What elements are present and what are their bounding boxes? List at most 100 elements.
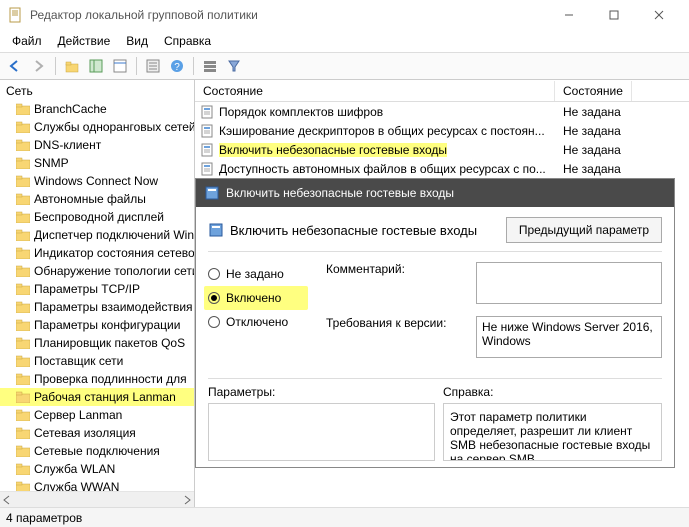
tree-item-label: Индикатор состояния сетевого подключения: [34, 246, 194, 260]
radio-not-configured[interactable]: Не задано: [208, 262, 308, 286]
parameters-box[interactable]: [208, 403, 435, 461]
requirements-field: Не ниже Windows Server 2016, Windows: [476, 316, 662, 358]
tree-item-label: Планировщик пакетов QoS: [34, 336, 185, 350]
tree-item[interactable]: BranchCache: [0, 100, 194, 118]
list-row[interactable]: Кэширование дескрипторов в общих ресурса…: [195, 121, 689, 140]
tree-item[interactable]: Сетевые подключения: [0, 442, 194, 460]
tree-item[interactable]: Диспетчер подключений Windows: [0, 226, 194, 244]
tree-item-label: Сетевые подключения: [34, 444, 160, 458]
requirements-label: Требования к версии:: [326, 316, 476, 330]
tree-item[interactable]: SNMP: [0, 154, 194, 172]
comment-label: Комментарий:: [326, 262, 476, 276]
svg-text:?: ?: [174, 62, 180, 73]
dialog-heading: Включить небезопасные гостевые входы: [230, 223, 477, 238]
tree-item-label: Проверка подлинности для: [34, 372, 187, 386]
tree-item[interactable]: Сервер Lanman: [0, 406, 194, 424]
column-header-state[interactable]: Состояние: [555, 81, 632, 101]
tree-item[interactable]: Проверка подлинности для: [0, 370, 194, 388]
tree-item-label: Параметры взаимодействия: [34, 300, 193, 314]
tree-item[interactable]: Планировщик пакетов QoS: [0, 334, 194, 352]
show-hide-tree-button[interactable]: [85, 55, 107, 77]
tree-item-label: Службы одноранговых сетей: [34, 120, 194, 134]
tree-item[interactable]: Рабочая станция Lanman: [0, 388, 194, 406]
tree-item[interactable]: Параметры взаимодействия: [0, 298, 194, 316]
menu-help[interactable]: Справка: [156, 32, 219, 50]
tree-item[interactable]: DNS-клиент: [0, 136, 194, 154]
menu-file[interactable]: Файл: [4, 32, 50, 50]
toolbar: ?: [0, 52, 689, 80]
tree-item-label: Диспетчер подключений Windows: [34, 228, 194, 242]
tree-item[interactable]: Поставщик сети: [0, 352, 194, 370]
menu-action[interactable]: Действие: [50, 32, 119, 50]
list-header: Состояние Состояние: [195, 80, 689, 102]
navigation-tree[interactable]: Сеть BranchCache Службы одноранговых сете…: [0, 80, 195, 507]
radio-enabled[interactable]: Включено: [204, 286, 308, 310]
tree-item-label: Беспроводной дисплей: [34, 210, 164, 224]
list-row-label: Кэширование дескрипторов в общих ресурса…: [219, 124, 545, 138]
tree-item[interactable]: Службы одноранговых сетей: [0, 118, 194, 136]
policy-heading-icon: [208, 222, 224, 238]
refresh-button[interactable]: [142, 55, 164, 77]
tree-item-label: Автономные файлы: [34, 192, 146, 206]
list-view-button[interactable]: [199, 55, 221, 77]
tree-item[interactable]: Обнаружение топологии сети: [0, 262, 194, 280]
list-row[interactable]: Порядок комплектов шифров Не задана: [195, 102, 689, 121]
dialog-titlebar[interactable]: Включить небезопасные гостевые входы: [196, 179, 674, 207]
tree-item-label: Обнаружение топологии сети: [34, 264, 194, 278]
app-icon: [8, 7, 24, 23]
status-text: 4 параметров: [6, 511, 82, 525]
help-button[interactable]: ?: [166, 55, 188, 77]
tree-item[interactable]: Сетевая изоляция: [0, 424, 194, 442]
tree-item-label: Сервер Lanman: [34, 408, 122, 422]
dialog-title: Включить небезопасные гостевые входы: [226, 186, 454, 200]
tree-horizontal-scrollbar[interactable]: [0, 491, 194, 507]
tree-item-label: SNMP: [34, 156, 69, 170]
properties-button[interactable]: [109, 55, 131, 77]
tree-item[interactable]: Беспроводной дисплей: [0, 208, 194, 226]
tree-item[interactable]: Служба WLAN: [0, 460, 194, 478]
titlebar: Редактор локальной групповой политики: [0, 0, 689, 30]
help-label: Справка:: [443, 385, 662, 399]
help-box: Этот параметр политики определяет, разре…: [443, 403, 662, 461]
window-title: Редактор локальной групповой политики: [30, 8, 546, 22]
tree-item[interactable]: Автономные файлы: [0, 190, 194, 208]
previous-setting-button[interactable]: Предыдущий параметр: [506, 217, 662, 243]
parameters-label: Параметры:: [208, 385, 435, 399]
list-row-state: Не задана: [555, 143, 621, 157]
menu-view[interactable]: Вид: [118, 32, 156, 50]
tree-item-label: Рабочая станция Lanman: [34, 390, 176, 404]
list-row[interactable]: Доступность автономных файлов в общих ре…: [195, 159, 689, 178]
tree-item[interactable]: Параметры конфигурации: [0, 316, 194, 334]
tree-item-label: DNS-клиент: [34, 138, 101, 152]
radio-group: Не задано Включено Отключено: [208, 262, 308, 370]
column-header-name[interactable]: Состояние: [195, 81, 555, 101]
tree-item[interactable]: Параметры TCP/IP: [0, 280, 194, 298]
radio-disabled[interactable]: Отключено: [208, 310, 308, 334]
tree-item-label: Windows Connect Now: [34, 174, 158, 188]
details-pane: Состояние Состояние Порядок комплектов ш…: [195, 80, 689, 507]
policy-icon: [204, 185, 220, 201]
tree-item-label: Параметры TCP/IP: [34, 282, 140, 296]
filter-button[interactable]: [223, 55, 245, 77]
list-row[interactable]: Включить небезопасные гостевые входыНе з…: [195, 140, 689, 159]
list-row-label: Доступность автономных файлов в общих ре…: [219, 162, 546, 176]
tree-item-label: Параметры конфигурации: [34, 318, 180, 332]
close-button[interactable]: [636, 1, 681, 29]
back-button[interactable]: [4, 55, 26, 77]
tree-root[interactable]: Сеть: [0, 82, 194, 100]
list-row-label: Порядок комплектов шифров: [219, 105, 383, 119]
tree-item-label: BranchCache: [34, 102, 107, 116]
maximize-button[interactable]: [591, 1, 636, 29]
forward-button[interactable]: [28, 55, 50, 77]
up-button[interactable]: [61, 55, 83, 77]
minimize-button[interactable]: [546, 1, 591, 29]
tree-item[interactable]: Windows Connect Now: [0, 172, 194, 190]
tree-item[interactable]: Индикатор состояния сетевого подключения: [0, 244, 194, 262]
list-row-state: Не задана: [555, 162, 621, 176]
list-row-state: Не задана: [555, 105, 621, 119]
policy-dialog: Включить небезопасные гостевые входы Вкл…: [195, 178, 675, 468]
tree-item-label: Служба WLAN: [34, 462, 115, 476]
comment-field[interactable]: [476, 262, 662, 304]
tree-item-label: Поставщик сети: [34, 354, 123, 368]
list-row-state: Не задана: [555, 124, 621, 138]
